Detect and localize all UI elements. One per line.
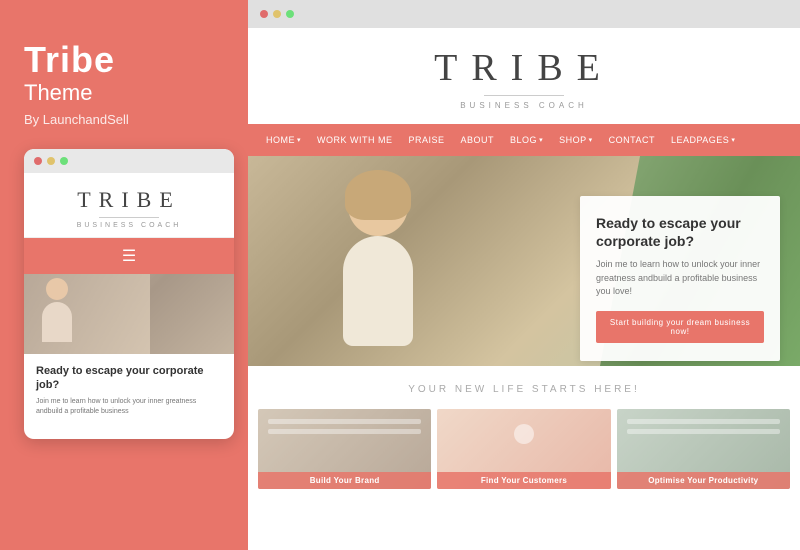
card-brand-label: Build Your Brand <box>258 472 431 489</box>
nav-item-home[interactable]: HOME ▾ <box>258 124 309 156</box>
mobile-logo-area: TRIBE BUSINESS COACH <box>24 173 234 238</box>
card-customers-label: Find Your Customers <box>437 472 610 489</box>
right-panel: TRIBE BUSINESS COACH HOME ▾ WORK WITH ME… <box>248 0 800 550</box>
mobile-body-text: Join me to learn how to unlock your inne… <box>36 397 222 417</box>
card-productivity-deco <box>617 409 790 449</box>
desktop-logo-sub: BUSINESS COACH <box>258 101 790 110</box>
hero-cta-text: Join me to learn how to unlock your inne… <box>596 258 764 299</box>
card-customers: Find Your Customers <box>437 409 610 489</box>
theme-author: By LaunchandSell <box>24 112 224 127</box>
desktop-hero: Ready to escape your corporate job? Join… <box>248 156 800 366</box>
desktop-site: TRIBE BUSINESS COACH HOME ▾ WORK WITH ME… <box>248 28 800 544</box>
mobile-logo-line <box>99 217 159 218</box>
hero-cta-box: Ready to escape your corporate job? Join… <box>580 196 780 361</box>
desktop-logo: TRIBE <box>258 46 790 90</box>
mobile-logo-sub: BUSINESS COACH <box>34 222 224 229</box>
hero-person-hair <box>345 170 411 220</box>
nav-arrow-blog: ▾ <box>539 136 543 144</box>
nav-item-workwithme[interactable]: WORK WITH ME <box>309 124 401 156</box>
mobile-person-head <box>46 278 68 300</box>
nav-arrow-home: ▾ <box>297 136 301 144</box>
nav-item-contact[interactable]: CONTACT <box>601 124 663 156</box>
mobile-logo: TRIBE <box>34 187 224 213</box>
card-productivity: Optimise Your Productivity <box>617 409 790 489</box>
mobile-headline: Ready to escape your corporate job? <box>36 364 222 393</box>
card-brand-deco <box>258 409 431 449</box>
section-below: YOUR NEW LIFE STARTS HERE! Build Your Br… <box>248 366 800 501</box>
left-panel: Tribe Theme By LaunchandSell TRIBE BUSIN… <box>0 0 248 550</box>
desktop-dot-green <box>286 10 294 18</box>
desktop-logo-area: TRIBE BUSINESS COACH <box>248 28 800 124</box>
hero-cta-button[interactable]: Start building your dream business now! <box>596 311 764 343</box>
theme-title: Tribe <box>24 40 224 80</box>
cards-row: Build Your Brand Find Your Customers Opt… <box>248 409 800 489</box>
hero-cta-title: Ready to escape your corporate job? <box>596 214 764 250</box>
mobile-person-body <box>42 302 72 342</box>
deco-line-1 <box>268 419 421 424</box>
nav-arrow-leadpages: ▾ <box>731 136 735 144</box>
nav-item-shop[interactable]: SHOP ▾ <box>551 124 601 156</box>
dot-green <box>60 157 68 165</box>
nav-item-praise[interactable]: PRAISE <box>401 124 453 156</box>
dot-red <box>34 157 42 165</box>
nav-arrow-shop: ▾ <box>589 136 593 144</box>
desktop-logo-line <box>484 95 564 96</box>
card-productivity-label: Optimise Your Productivity <box>617 472 790 489</box>
deco-line-3 <box>627 419 780 424</box>
nav-item-blog[interactable]: BLOG ▾ <box>502 124 551 156</box>
dot-yellow <box>47 157 55 165</box>
desktop-dot-yellow <box>273 10 281 18</box>
mobile-hero-image <box>24 274 234 354</box>
card-brand: Build Your Brand <box>258 409 431 489</box>
mobile-content: Ready to escape your corporate job? Join… <box>24 354 234 427</box>
mobile-person <box>32 274 82 354</box>
deco-circle <box>514 424 534 444</box>
desktop-dot-red <box>260 10 268 18</box>
mobile-browser-bar <box>24 149 234 173</box>
hero-person <box>278 156 478 366</box>
nav-item-leadpages[interactable]: LEADPAGES ▾ <box>663 124 743 156</box>
nav-item-about[interactable]: ABOUT <box>453 124 503 156</box>
section-title: YOUR NEW LIFE STARTS HERE! <box>248 384 800 395</box>
mobile-hamburger[interactable]: ☰ <box>24 238 234 274</box>
desktop-nav: HOME ▾ WORK WITH ME PRAISE ABOUT BLOG ▾ … <box>248 124 800 156</box>
hero-person-body <box>343 236 413 346</box>
theme-subtitle: Theme <box>24 80 224 106</box>
card-customers-deco <box>437 409 610 459</box>
desktop-browser-bar <box>248 0 800 28</box>
mobile-preview: TRIBE BUSINESS COACH ☰ Ready to escape y… <box>24 149 234 439</box>
deco-line-4 <box>627 429 780 434</box>
deco-line-2 <box>268 429 421 434</box>
